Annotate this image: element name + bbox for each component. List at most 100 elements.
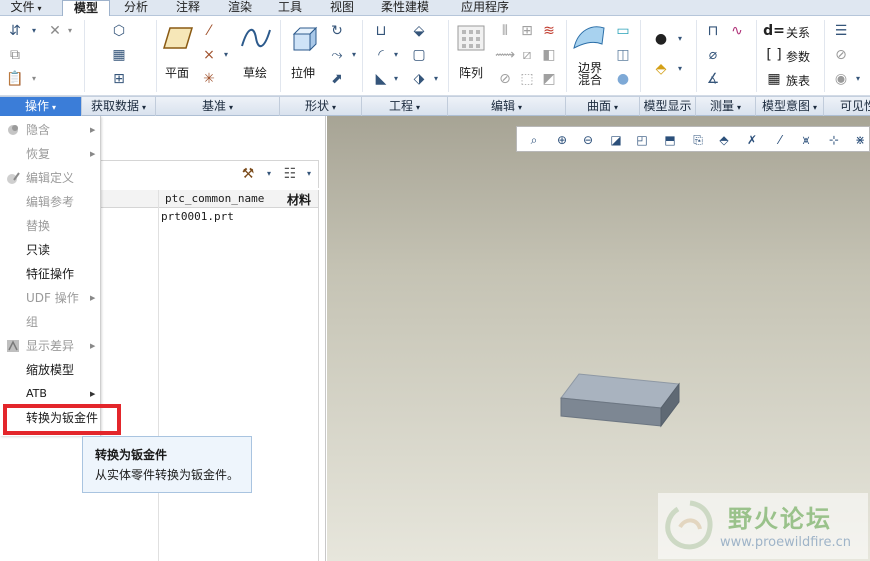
paste-icon[interactable]: 📋 bbox=[6, 70, 24, 88]
rib-icon[interactable]: ⬗ bbox=[410, 70, 428, 88]
column-header-material[interactable]: 材料 bbox=[287, 191, 311, 208]
tab-render[interactable]: 渲染 bbox=[220, 0, 260, 16]
group-measure[interactable]: 测量 ▾ bbox=[696, 97, 756, 116]
menu-item-feature-operations[interactable]: 特征操作 bbox=[0, 262, 101, 286]
datum-display-icon[interactable]: ✗ bbox=[743, 131, 761, 149]
annotation-display-icon[interactable]: ⋇ bbox=[851, 131, 869, 149]
csys-display-icon[interactable]: ⊹ bbox=[825, 131, 843, 149]
chevron-down-icon[interactable]: ▾ bbox=[66, 26, 74, 36]
group-visibility[interactable]: 可见性 bbox=[824, 97, 870, 116]
tab-flexible-modeling[interactable]: 柔性建模 bbox=[370, 0, 440, 16]
measure-angle-icon[interactable]: ∡ bbox=[704, 70, 722, 88]
chevron-down-icon[interactable]: ▾ bbox=[854, 74, 862, 84]
column-header-name[interactable]: ptc_common_name bbox=[165, 192, 264, 205]
layers-icon[interactable]: ☰ bbox=[832, 22, 850, 40]
menu-item-replace[interactable]: 替换 bbox=[0, 214, 101, 238]
axis-icon[interactable]: ⁄ bbox=[200, 22, 218, 40]
chevron-down-icon[interactable]: ▾ bbox=[30, 26, 38, 36]
copy-geometry-icon[interactable]: ⬡ bbox=[110, 22, 128, 40]
revolve-icon[interactable]: ↻ bbox=[328, 22, 346, 40]
section-icon[interactable]: ⬘ bbox=[652, 60, 670, 78]
trim-icon[interactable]: ⧄ bbox=[518, 46, 536, 64]
zoom-out-icon[interactable]: ⊖ bbox=[579, 131, 597, 149]
group-engineering[interactable]: 工程 ▾ bbox=[362, 97, 448, 116]
saved-views-icon[interactable]: ⬒ bbox=[661, 131, 679, 149]
solidify-icon[interactable]: ◧ bbox=[540, 46, 558, 64]
style-icon[interactable]: ◫ bbox=[614, 46, 632, 64]
repaint-icon[interactable]: ◪ bbox=[607, 131, 625, 149]
group-get-data[interactable]: 获取数据 ▾ bbox=[82, 97, 156, 116]
shell-icon[interactable]: ▢ bbox=[410, 46, 428, 64]
extend-icon[interactable]: ⟿ bbox=[495, 46, 515, 64]
point-icon[interactable]: × bbox=[200, 46, 218, 64]
refit-icon[interactable]: ⌕ bbox=[525, 131, 543, 149]
chevron-down-icon[interactable]: ▾ bbox=[432, 74, 440, 84]
tab-applications[interactable]: 应用程序 bbox=[450, 0, 520, 16]
group-editing[interactable]: 编辑 ▾ bbox=[448, 97, 566, 116]
tree-settings-icon[interactable]: ⚒ bbox=[239, 165, 257, 183]
menu-item-show-differences[interactable]: 显示差异 ▶ bbox=[0, 334, 101, 358]
measure-curve-icon[interactable]: ∿ bbox=[728, 22, 746, 40]
group-operations[interactable]: 操作 ▾ bbox=[0, 97, 82, 116]
user-defined-feature-icon[interactable]: ▦ bbox=[110, 46, 128, 64]
tab-analysis[interactable]: 分析 bbox=[116, 0, 156, 16]
part-model[interactable] bbox=[559, 372, 681, 430]
axis-display-icon[interactable]: ⁄ bbox=[771, 131, 789, 149]
chamfer-icon[interactable]: ◣ bbox=[372, 70, 390, 88]
tab-view[interactable]: 视图 bbox=[322, 0, 362, 16]
hole-icon[interactable]: ⊔ bbox=[372, 22, 390, 40]
chevron-down-icon[interactable]: ▾ bbox=[392, 74, 400, 84]
hide-icon[interactable]: ⊘ bbox=[832, 46, 850, 64]
group-surfaces[interactable]: 曲面 ▾ bbox=[566, 97, 640, 116]
menu-item-scale-model[interactable]: 缩放模型 bbox=[0, 358, 101, 382]
offset-icon[interactable]: ⬚ bbox=[518, 70, 536, 88]
tab-model[interactable]: 模型 bbox=[62, 0, 110, 17]
fill-icon[interactable]: ▭ bbox=[614, 22, 632, 40]
appearance-icon[interactable]: ● bbox=[652, 30, 670, 48]
coordinate-system-icon[interactable]: ✳ bbox=[200, 70, 218, 88]
group-datum[interactable]: 基准 ▾ bbox=[156, 97, 280, 116]
perspective-icon[interactable]: ⬘ bbox=[715, 131, 733, 149]
mirror-icon[interactable]: ⫴ bbox=[496, 22, 514, 40]
menu-item-resume[interactable]: 恢复 ▶ bbox=[0, 142, 101, 166]
sweep-icon[interactable]: ⤳ bbox=[328, 46, 346, 64]
regenerate-icon[interactable]: ⇵ bbox=[6, 22, 24, 40]
draft-icon[interactable]: ⬙ bbox=[410, 22, 428, 40]
menu-item-group[interactable]: 组 bbox=[0, 310, 101, 334]
chevron-down-icon[interactable]: ▾ bbox=[392, 50, 400, 60]
copy-icon[interactable]: ⧉ bbox=[6, 46, 24, 64]
tab-file[interactable]: 文件 ▾ bbox=[2, 0, 50, 16]
measure-diameter-icon[interactable]: ⌀ bbox=[704, 46, 722, 64]
tab-tools[interactable]: 工具 bbox=[270, 0, 310, 16]
project-icon[interactable]: ⊘ bbox=[496, 70, 514, 88]
point-display-icon[interactable]: ⩙ bbox=[797, 131, 815, 149]
merge-icon[interactable]: ⊞ bbox=[518, 22, 536, 40]
view-manager-icon[interactable]: ⎘ bbox=[689, 131, 707, 149]
group-model-display[interactable]: 模型显示 bbox=[640, 97, 696, 116]
menu-item-edit-definition[interactable]: 编辑定义 bbox=[0, 166, 101, 190]
menu-item-atb[interactable]: ATB ▶ bbox=[0, 382, 101, 406]
menu-item-suppress[interactable]: 隐含 ▶ bbox=[0, 118, 101, 142]
group-shapes[interactable]: 形状 ▾ bbox=[280, 97, 362, 116]
show-menu-icon[interactable]: ☷ bbox=[281, 165, 299, 183]
tree-row-part-name[interactable]: prt0001.prt bbox=[161, 210, 234, 223]
chevron-down-icon[interactable]: ▾ bbox=[30, 74, 38, 84]
delete-icon[interactable]: ✕ bbox=[46, 22, 64, 40]
zoom-in-icon[interactable]: ⊕ bbox=[553, 131, 571, 149]
tab-annotate[interactable]: 注释 bbox=[168, 0, 208, 16]
chevron-down-icon[interactable]: ▾ bbox=[265, 169, 273, 179]
freestyle-icon[interactable]: ● bbox=[614, 70, 632, 88]
chevron-down-icon[interactable]: ▾ bbox=[676, 64, 684, 74]
group-model-intent[interactable]: 模型意图 ▾ bbox=[756, 97, 824, 116]
chevron-down-icon[interactable]: ▾ bbox=[222, 50, 230, 60]
display-style-icon[interactable]: ◰ bbox=[633, 131, 651, 149]
show-icon[interactable]: ◉ bbox=[832, 70, 850, 88]
chevron-down-icon[interactable]: ▾ bbox=[676, 34, 684, 44]
intersect-icon[interactable]: ≋ bbox=[540, 22, 558, 40]
measure-distance-icon[interactable]: ⊓ bbox=[704, 22, 722, 40]
swept-blend-icon[interactable]: ⬈ bbox=[328, 70, 346, 88]
shrinkwrap-icon[interactable]: ⊞ bbox=[110, 70, 128, 88]
chevron-down-icon[interactable]: ▾ bbox=[350, 50, 358, 60]
chevron-down-icon[interactable]: ▾ bbox=[305, 169, 313, 179]
menu-item-edit-references[interactable]: 编辑参考 bbox=[0, 190, 101, 214]
